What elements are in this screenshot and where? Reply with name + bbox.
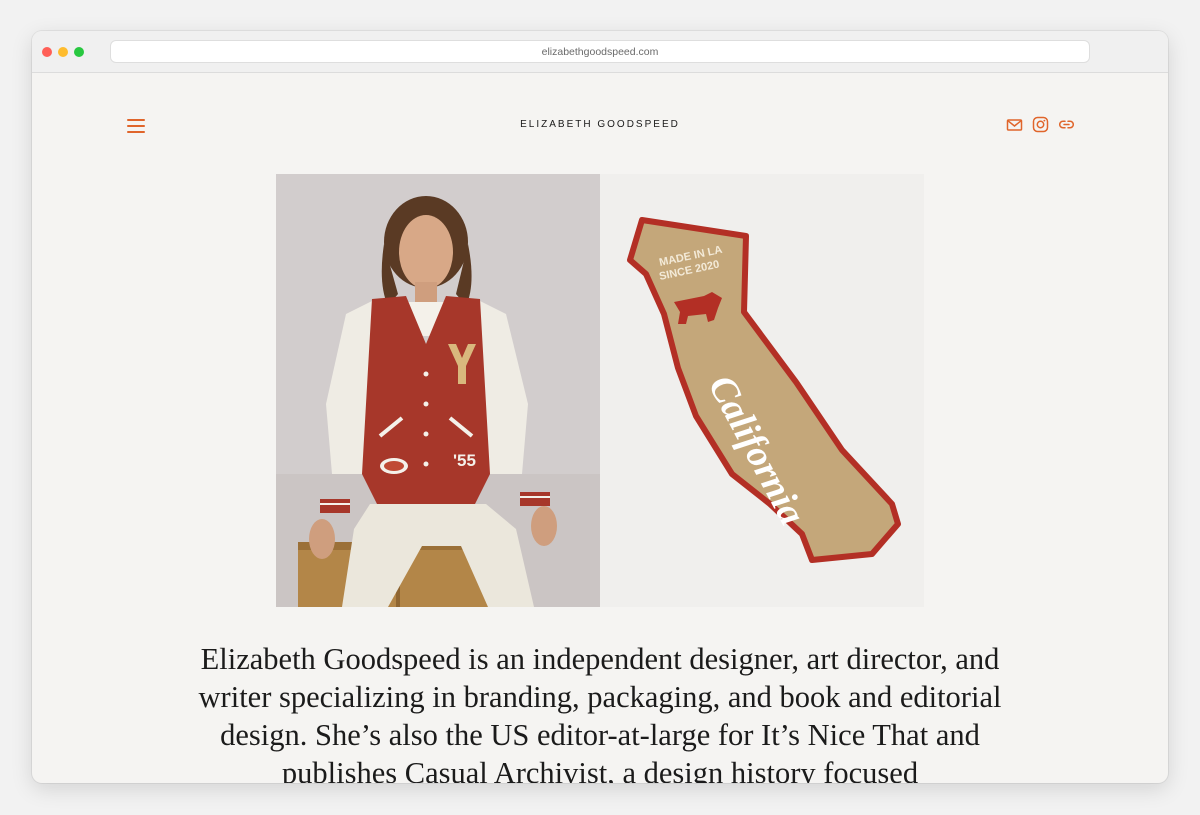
address-bar[interactable]: elizabethgoodspeed.com <box>110 40 1090 63</box>
close-window-button[interactable] <box>42 47 52 57</box>
california-embroidered-patch-photo: MADE IN LA SINCE 2020 California <box>600 174 924 607</box>
minimize-window-button[interactable] <box>58 47 68 57</box>
social-links <box>1006 114 1075 134</box>
maximize-window-button[interactable] <box>74 47 84 57</box>
url-text: elizabethgoodspeed.com <box>541 45 659 58</box>
page-content: ELIZABETH GOODSPEED '55 MADE IN LA SINCE… <box>32 74 1168 783</box>
link-icon[interactable] <box>1058 116 1075 133</box>
person-in-varsity-jacket-photo: '55 <box>276 174 600 607</box>
browser-toolbar: elizabethgoodspeed.com <box>32 31 1168 73</box>
browser-window: elizabethgoodspeed.com ELIZABETH GOODSPE… <box>32 31 1168 783</box>
site-title[interactable]: ELIZABETH GOODSPEED <box>32 119 1168 130</box>
hero-images: '55 MADE IN LA SINCE 2020 California <box>276 174 924 607</box>
jacket-number: '55 <box>453 451 476 470</box>
mail-icon[interactable] <box>1006 116 1023 133</box>
instagram-icon[interactable] <box>1032 116 1049 133</box>
intro-paragraph: Elizabeth Goodspeed is an independent de… <box>198 642 1002 783</box>
